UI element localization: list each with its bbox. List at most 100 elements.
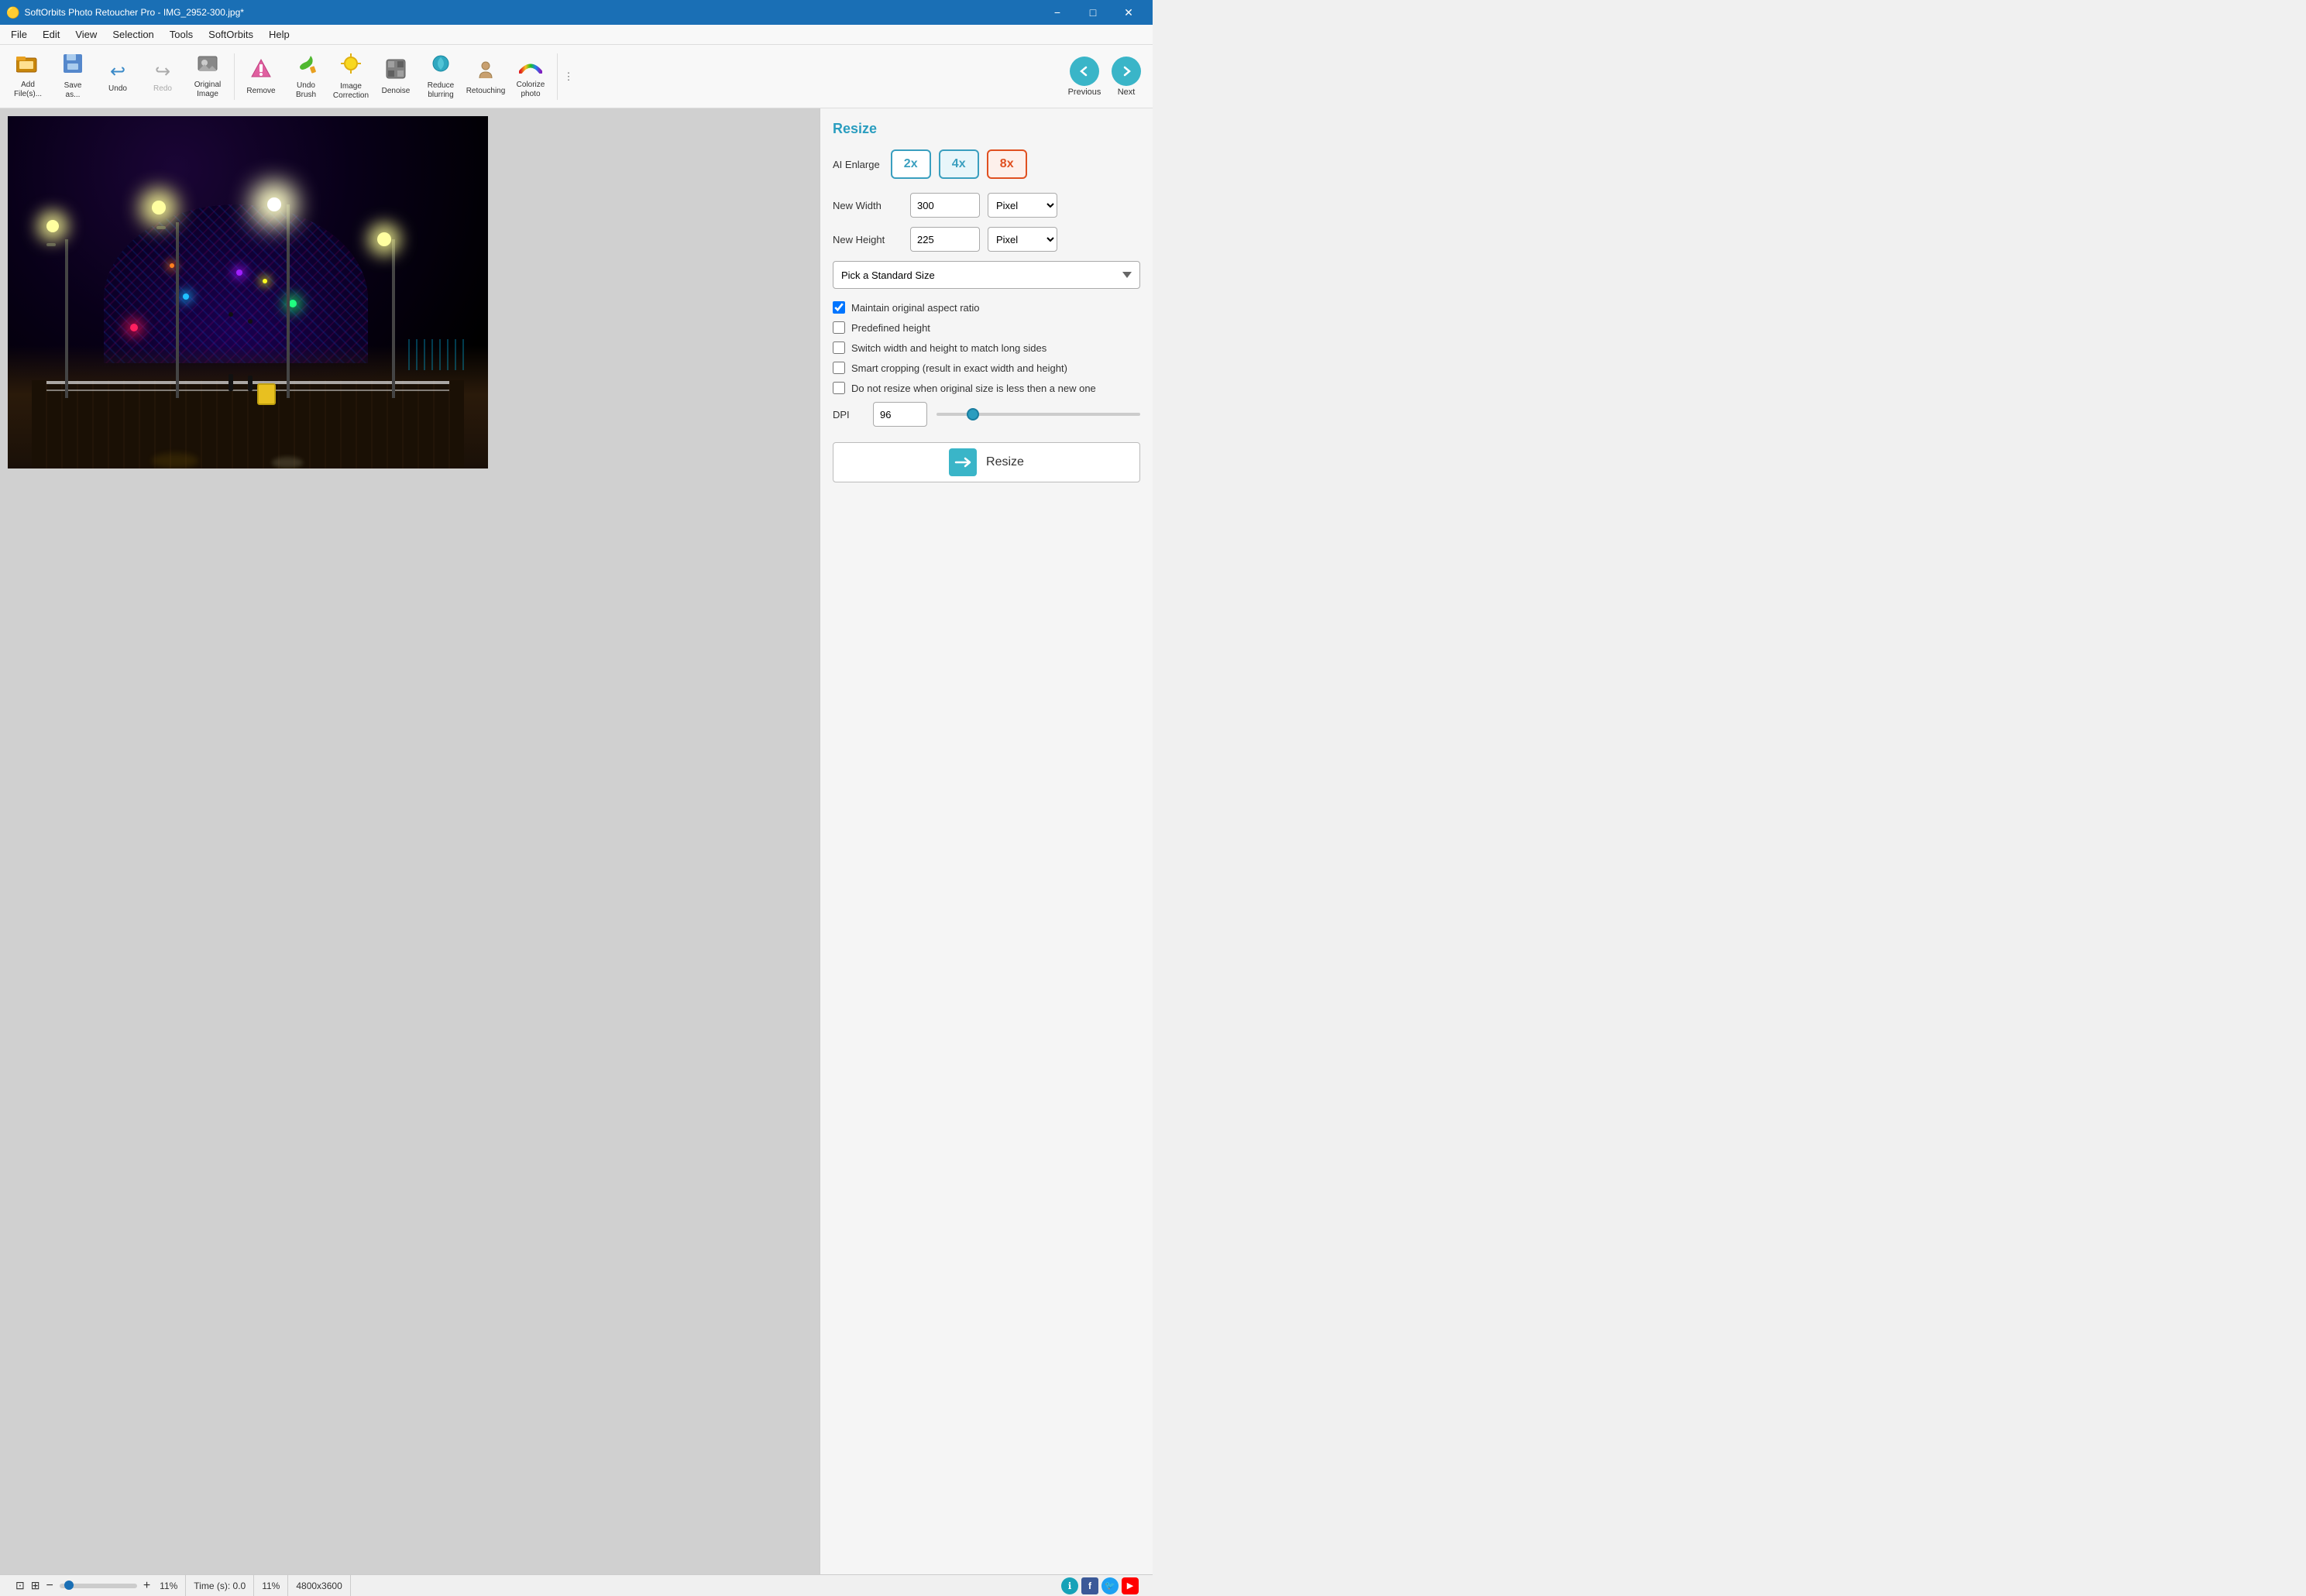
add-files-button[interactable]: AddFile(s)... xyxy=(6,49,50,105)
undo-icon: ↩ xyxy=(110,60,125,83)
image-display xyxy=(8,116,488,469)
reduce-blurring-button[interactable]: Reduceblurring xyxy=(419,49,462,105)
height-unit-select[interactable]: Pixel Percent Inch cm xyxy=(988,227,1057,252)
menu-file[interactable]: File xyxy=(3,26,35,43)
zoom-percent-value: 11% xyxy=(262,1581,280,1591)
new-height-input[interactable] xyxy=(910,227,980,252)
enlarge-2x-button[interactable]: 2x xyxy=(891,149,931,179)
zoom-minus-button[interactable]: − xyxy=(43,1579,56,1593)
zoom-value: 11% xyxy=(160,1581,177,1591)
zoom-plus-button[interactable]: + xyxy=(140,1579,153,1593)
previous-button[interactable]: Previous xyxy=(1064,53,1105,100)
time-label: Time (s): xyxy=(194,1581,230,1591)
denoise-icon xyxy=(385,58,407,85)
new-width-input[interactable] xyxy=(910,193,980,218)
social-icons: ℹ f 🐦 ▶ xyxy=(1061,1577,1145,1594)
zoom-controls-section: ⊡ ⊞ − + 11% xyxy=(8,1575,186,1596)
maintain-aspect-ratio-row: Maintain original aspect ratio xyxy=(833,301,1140,314)
twitter-icon[interactable]: 🐦 xyxy=(1101,1577,1119,1594)
standard-size-select[interactable]: Pick a Standard Size 640 × 480 800 × 600… xyxy=(833,261,1140,289)
retouching-label: Retouching xyxy=(466,87,506,95)
next-button[interactable]: Next xyxy=(1106,53,1146,100)
dimensions-section: 4800x3600 xyxy=(288,1575,350,1596)
ai-enlarge-label: AI Enlarge xyxy=(833,159,880,170)
switch-wh-checkbox[interactable] xyxy=(833,342,845,354)
image-dimensions: 4800x3600 xyxy=(296,1581,342,1591)
switch-wh-label: Switch width and height to match long si… xyxy=(851,342,1046,354)
denoise-button[interactable]: Denoise xyxy=(374,49,418,105)
youtube-icon[interactable]: ▶ xyxy=(1122,1577,1139,1594)
save-as-label: Saveas... xyxy=(64,81,82,100)
menu-softorbits[interactable]: SoftOrbits xyxy=(201,26,261,43)
panel-title: Resize xyxy=(833,121,1140,137)
app-icon: 🟡 xyxy=(6,6,19,19)
new-width-label: New Width xyxy=(833,200,902,211)
smart-crop-checkbox[interactable] xyxy=(833,362,845,374)
previous-icon xyxy=(1070,57,1099,86)
width-unit-select[interactable]: Pixel Percent Inch cm xyxy=(988,193,1057,218)
smart-crop-label: Smart cropping (result in exact width an… xyxy=(851,362,1067,374)
toolbar: AddFile(s)... Saveas... ↩ Undo ↪ Redo xyxy=(0,45,1153,108)
retouching-icon xyxy=(475,58,497,85)
predefined-height-row: Predefined height xyxy=(833,321,1140,334)
canvas-area[interactable] xyxy=(0,108,820,1574)
zoom-slider-thumb xyxy=(64,1581,74,1590)
undo-button[interactable]: ↩ Undo xyxy=(96,49,139,105)
remove-button[interactable]: Remove xyxy=(239,49,283,105)
more-tools-button[interactable]: ⋮ xyxy=(562,70,575,83)
redo-label: Redo xyxy=(153,84,172,93)
reduce-blurring-label: Reduceblurring xyxy=(428,81,454,100)
add-files-label: AddFile(s)... xyxy=(14,81,42,99)
original-image-label: OriginalImage xyxy=(194,81,221,99)
predefined-height-checkbox[interactable] xyxy=(833,321,845,334)
next-label: Next xyxy=(1118,88,1136,97)
menu-view[interactable]: View xyxy=(67,26,105,43)
menu-tools[interactable]: Tools xyxy=(162,26,201,43)
retouching-button[interactable]: Retouching xyxy=(464,49,507,105)
dpi-label: DPI xyxy=(833,409,864,420)
info-icon[interactable]: ℹ xyxy=(1061,1577,1078,1594)
zoom-percent-section: 11% xyxy=(254,1575,288,1596)
no-upscale-label: Do not resize when original size is less… xyxy=(851,383,1096,394)
remove-label: Remove xyxy=(246,87,275,95)
zoom-slider[interactable] xyxy=(60,1584,137,1588)
dpi-row: DPI xyxy=(833,402,1140,427)
no-upscale-checkbox[interactable] xyxy=(833,382,845,394)
time-section: Time (s): 0.0 xyxy=(186,1575,254,1596)
right-panel: Resize AI Enlarge 2x 4x 8x New Width Pix… xyxy=(820,108,1153,1574)
resize-button[interactable]: Resize xyxy=(833,442,1140,482)
smart-crop-row: Smart cropping (result in exact width an… xyxy=(833,362,1140,374)
save-as-button[interactable]: Saveas... xyxy=(51,49,95,105)
maintain-aspect-ratio-checkbox[interactable] xyxy=(833,301,845,314)
minimize-button[interactable]: − xyxy=(1040,0,1075,25)
redo-icon: ↪ xyxy=(155,60,170,83)
main-content: Resize AI Enlarge 2x 4x 8x New Width Pix… xyxy=(0,108,1153,1574)
undo-brush-icon xyxy=(295,53,317,80)
enlarge-4x-button[interactable]: 4x xyxy=(939,149,979,179)
denoise-label: Denoise xyxy=(382,87,411,95)
redo-button[interactable]: ↪ Redo xyxy=(141,49,184,105)
menu-selection[interactable]: Selection xyxy=(105,26,161,43)
remove-icon xyxy=(250,58,272,85)
reduce-blurring-icon xyxy=(430,53,452,80)
facebook-icon[interactable]: f xyxy=(1081,1577,1098,1594)
original-image-button[interactable]: OriginalImage xyxy=(186,49,229,105)
night-scene-image xyxy=(8,116,488,469)
previous-label: Previous xyxy=(1068,88,1101,97)
colorize-photo-button[interactable]: Colorizephoto xyxy=(509,49,552,105)
close-button[interactable]: ✕ xyxy=(1111,0,1146,25)
undo-brush-button[interactable]: UndoBrush xyxy=(284,49,328,105)
original-image-icon xyxy=(197,54,218,79)
image-correction-button[interactable]: ImageCorrection xyxy=(329,49,373,105)
switch-wh-row: Switch width and height to match long si… xyxy=(833,342,1140,354)
dpi-slider[interactable] xyxy=(936,413,1140,416)
dpi-input[interactable] xyxy=(873,402,927,427)
predefined-height-label: Predefined height xyxy=(851,322,930,334)
menu-help[interactable]: Help xyxy=(261,26,297,43)
undo-label: Undo xyxy=(108,84,127,93)
maximize-button[interactable]: □ xyxy=(1075,0,1111,25)
menu-edit[interactable]: Edit xyxy=(35,26,67,43)
separator-1 xyxy=(234,53,235,100)
ai-enlarge-row: AI Enlarge 2x 4x 8x xyxy=(833,149,1140,179)
enlarge-8x-button[interactable]: 8x xyxy=(987,149,1027,179)
